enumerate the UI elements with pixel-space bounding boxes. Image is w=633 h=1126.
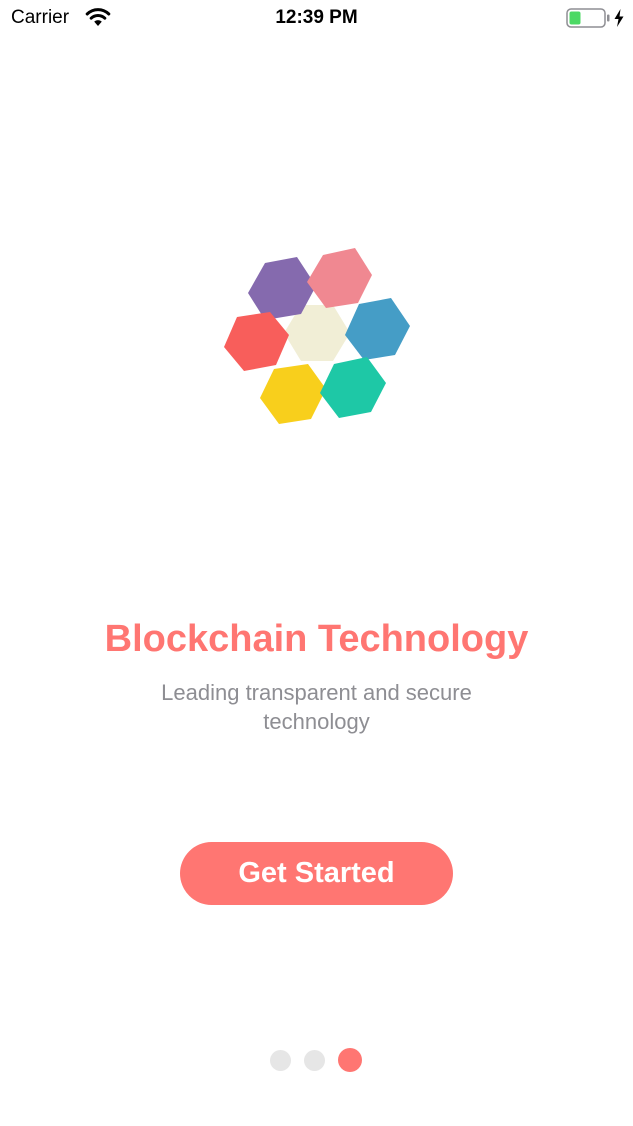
- page-dot-1[interactable]: [270, 1050, 291, 1071]
- onboarding-title: Blockchain Technology: [104, 618, 529, 660]
- page-indicator[interactable]: [270, 1048, 370, 1072]
- hexagon-red: [224, 312, 289, 371]
- charging-bolt-icon: [614, 9, 624, 27]
- page-dot-3[interactable]: [338, 1048, 362, 1072]
- hexagon-cluster-logo: [224, 248, 410, 424]
- hexagon-blue: [345, 298, 410, 360]
- hexagon-yellow: [260, 364, 326, 424]
- battery-icon: [566, 8, 610, 28]
- clock: 12:39 PM: [275, 7, 358, 28]
- hexagon-pink: [307, 248, 372, 308]
- onboarding-subtitle: Leading transparent and secure technolog…: [161, 680, 472, 734]
- status-bar: Carrier 12:39 PM: [0, 0, 633, 36]
- get-started-button[interactable]: Get Started: [180, 842, 453, 905]
- hexagon-teal: [320, 357, 386, 418]
- page-dot-2[interactable]: [304, 1050, 325, 1071]
